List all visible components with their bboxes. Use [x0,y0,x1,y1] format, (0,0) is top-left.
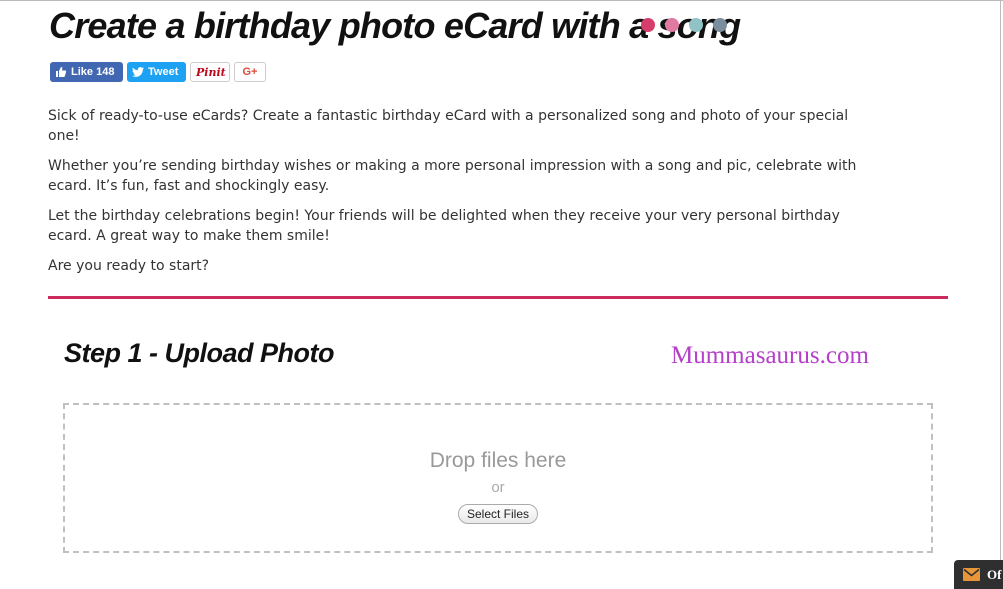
like-label: Like [71,66,94,78]
google-plus-button[interactable]: G+ [234,62,266,82]
select-files-button[interactable]: Select Files [457,504,539,524]
intro-text: Sick of ready-to-use eCards? Create a fa… [48,106,858,286]
tweet-label: Tweet [148,66,179,78]
intro-paragraph: Are you ready to start? [48,258,210,274]
or-text: or [491,479,505,496]
title-dot [665,18,679,32]
intro-paragraph: Sick of ready-to-use eCards? Create a fa… [48,108,849,144]
right-border [1000,0,1001,560]
title-dots [641,18,727,32]
title-dot [689,18,703,32]
corner-widget[interactable]: Of [954,560,1003,589]
title-dot [713,18,727,32]
drop-files-text: Drop files here [429,449,567,472]
social-share-bar: Like 148 Tweet Pinit G+ [50,62,266,82]
pinterest-pin-button[interactable]: Pinit [190,62,230,82]
like-count: 148 [96,66,115,78]
pin-label: Pinit [196,65,226,79]
intro-paragraph: Whether you’re sending birthday wishes o… [48,158,857,194]
mail-icon [963,568,980,581]
gplus-label: G+ [242,66,258,78]
intro-paragraph: Let the birthday celebrations begin! You… [48,208,840,244]
page-title: Create a birthday photo eCard with a son… [49,5,741,46]
photo-dropzone[interactable]: Drop files here or Select Files [63,403,933,553]
thumbs-up-icon [56,67,67,77]
corner-widget-label: Of [987,566,1002,582]
tweet-button[interactable]: Tweet [127,62,186,82]
facebook-like-button[interactable]: Like 148 [50,62,123,82]
top-border [0,0,1003,1]
section-divider [48,296,948,299]
title-dot [641,18,655,32]
step-title: Step 1 - Upload Photo [64,338,335,368]
watermark: Mummasaurus.com [671,342,869,369]
twitter-bird-icon [132,66,144,77]
